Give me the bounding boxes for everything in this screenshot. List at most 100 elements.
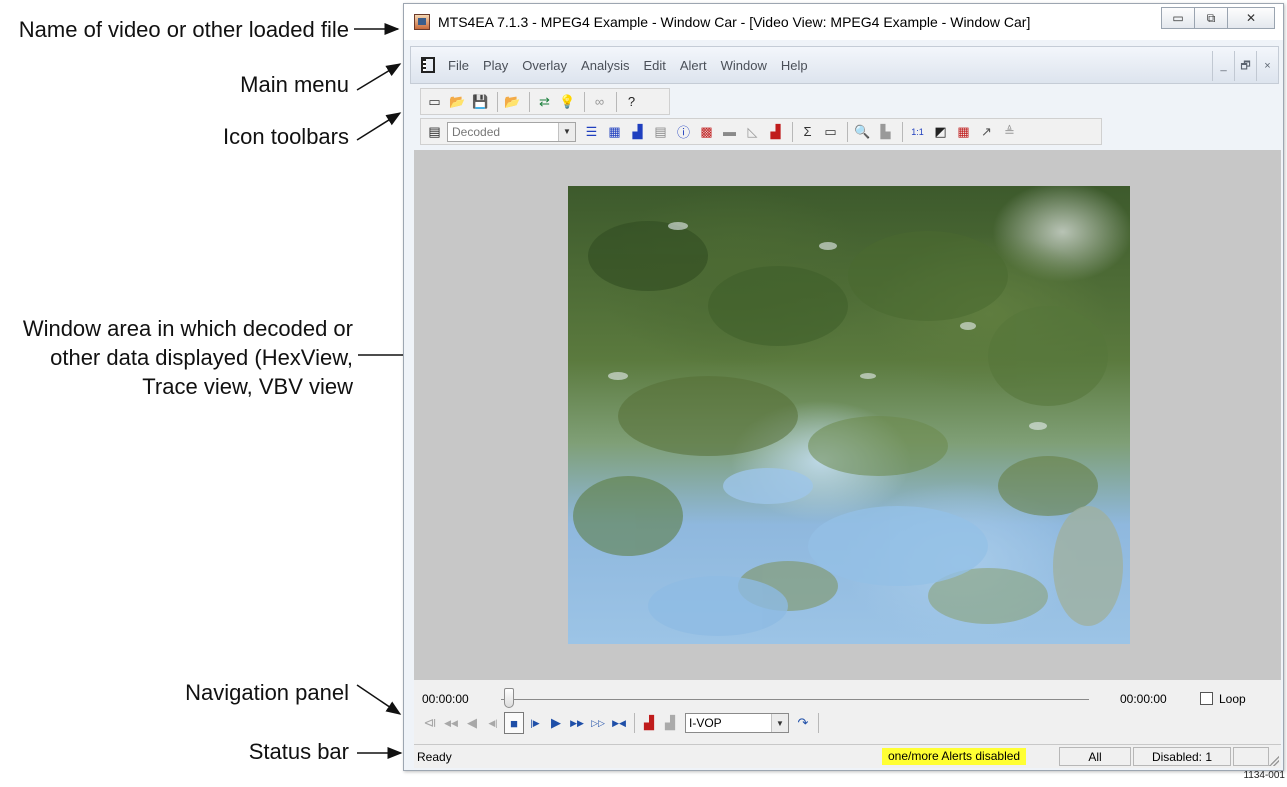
go-to-end-button[interactable]: ▶◀ [609,712,629,734]
hex-view-icon[interactable]: ▦ [604,121,625,142]
timeline-track[interactable] [501,699,1089,700]
toolbar-separator [529,91,530,112]
info-icon[interactable]: ⓘ [673,121,694,142]
alert-status[interactable]: one/more Alerts disabled [882,748,1027,765]
frame-grid-icon[interactable]: ▤ [650,121,671,142]
save-icon[interactable]: 💾 [470,91,491,112]
link-icon[interactable]: ∞ [589,91,610,112]
help-icon[interactable]: ? [621,91,642,112]
line-chart-icon[interactable]: ◺ [742,121,763,142]
rewind-button[interactable]: ◀ [462,712,482,734]
print-icon[interactable]: ≜ [999,121,1020,142]
time-end: 00:00:00 [1120,692,1167,706]
window-title: MTS4EA 7.1.3 - MPEG4 Example - Window Ca… [438,14,1031,30]
app-icon[interactable] [414,14,430,30]
chevron-down-icon[interactable]: ▼ [558,122,575,141]
comment-icon[interactable]: ▭ [820,121,841,142]
open-folder-icon[interactable]: 📂 [447,91,468,112]
slow-forward-button[interactable]: ▷▷ [588,712,608,734]
chevron-down-icon[interactable]: ▼ [771,714,788,732]
layers-icon[interactable]: ▬ [719,121,740,142]
mdi-minimize-button[interactable]: _ [1212,51,1234,81]
invert-icon[interactable]: ◩ [930,121,951,142]
minimize-button[interactable]: ▭ [1161,7,1195,29]
playback-controls: ⧏ ◀◀ ◀ ◀| ■ |▶ ▶ ▶▶ ▷▷ ▶◀ ▟ ▟ I-VOP ▼ ↷ [420,712,823,734]
toolbar-separator [902,121,903,142]
red-grid-icon[interactable]: ▦ [953,121,974,142]
menu-help[interactable]: Help [774,58,815,73]
new-file-icon[interactable]: ▭ [424,91,445,112]
step-forward-button[interactable]: |▶ [525,712,545,734]
menu-window[interactable]: Window [714,58,774,73]
figure-id: 1134-001 [1243,770,1285,781]
minimize-icon: ▭ [1172,11,1184,25]
sigma-icon[interactable]: Σ [797,121,818,142]
arrow-main-menu [356,63,402,91]
menu-edit[interactable]: Edit [636,58,672,73]
step-back-button[interactable]: ◀| [483,712,503,734]
status-bar: Ready one/more Alerts disabled All Disab… [414,744,1281,768]
rewind-fast-button[interactable]: ◀◀ [441,712,461,734]
view-toolbar: ▤ Decoded ▼ ☰ ▦ ▟ ▤ ⓘ ▩ ▬ ◺ ▟ Σ ▭ 🔍 ▙ 1:1 ◩ ▦ ↗ ≜ [420,118,1102,145]
bulb-icon[interactable]: 💡 [557,91,578,112]
file-toolbar: ▭ 📂 💾 📂 ⇄ 💡 ∞? [420,88,670,115]
document-icon[interactable] [421,57,435,73]
app-window: MTS4EA 7.1.3 - MPEG4 Example - Window Ca… [403,3,1284,771]
status-empty-pane [1233,747,1269,766]
view-mode-select[interactable]: Decoded ▼ [447,121,576,142]
menu-play[interactable]: Play [476,58,515,73]
view-mode-value: Decoded [452,124,501,139]
menu-alert[interactable]: Alert [673,58,714,73]
title-bar[interactable]: MTS4EA 7.1.3 - MPEG4 Example - Window Ca… [404,4,1283,40]
arrow-icon-toolbars [356,112,402,141]
resize-grip[interactable] [1269,756,1279,766]
status-disabled-count[interactable]: Disabled: 1 [1133,747,1231,766]
video-frame[interactable] [568,186,1130,644]
loop-checkbox[interactable] [1200,692,1213,705]
time-start: 00:00:00 [422,692,469,706]
toolbar-separator [634,713,635,733]
go-to-start-button[interactable]: ⧏ [420,712,440,734]
window-controls: ▭ ⧉ ✕ [1161,7,1275,29]
play-button[interactable]: ▶ [546,712,566,734]
film-icon[interactable]: ▤ [424,121,445,142]
export-icon[interactable]: ↗ [976,121,997,142]
mdi-restore-button[interactable]: 🗗 [1234,51,1256,81]
menu-file[interactable]: File [441,58,476,73]
toolbar-separator [792,121,793,142]
jump-to-vop-button[interactable]: ↷ [793,712,813,734]
macroblock-icon[interactable]: ▩ [696,121,717,142]
status-all[interactable]: All [1059,747,1131,766]
menu-overlay[interactable]: Overlay [515,58,574,73]
frame-chart-button[interactable]: ▟ [660,712,680,734]
mdi-controls: _ 🗗 × [1212,51,1278,81]
menu-analysis[interactable]: Analysis [574,58,636,73]
toolbar-separator [584,91,585,112]
mdi-close-button[interactable]: × [1256,51,1278,81]
compare-arrows-icon[interactable]: ⇄ [534,91,555,112]
close-button[interactable]: ✕ [1227,7,1275,29]
toolbar-separator [847,121,848,142]
maximize-button[interactable]: ⧉ [1194,7,1228,29]
bits-chart-icon[interactable]: ▟ [627,121,648,142]
actual-size-icon[interactable]: 1:1 [907,121,928,142]
mdi-close-icon: × [1264,60,1271,72]
maximize-icon: ⧉ [1206,10,1216,25]
window-area [414,150,1281,680]
frame-bits-button[interactable]: ▟ [639,712,659,734]
mdi-minimize-icon: _ [1220,60,1227,72]
vop-type-select[interactable]: I-VOP ▼ [685,713,789,733]
mdi-restore-icon: 🗗 [1240,59,1251,72]
list-view-icon[interactable]: ☰ [581,121,602,142]
navigation-panel: 00:00:00 00:00:00 Loop ⧏ ◀◀ ◀ ◀| ■ |▶ ▶ ▶▶ ▷▷ ▶◀ ▟… [414,680,1281,746]
stop-button[interactable]: ■ [504,712,524,734]
toolbar-separator [818,713,819,733]
open-stream-icon[interactable]: 📂 [502,91,523,112]
zoom-icon[interactable]: 🔍 [852,121,873,142]
factory-icon[interactable]: ▙ [875,121,896,142]
bar-chart-icon[interactable]: ▟ [765,121,786,142]
decoded-video-image [573,221,1123,636]
toolbar-separator [497,91,498,112]
fast-forward-button[interactable]: ▶▶ [567,712,587,734]
timeline-thumb[interactable] [504,688,514,708]
